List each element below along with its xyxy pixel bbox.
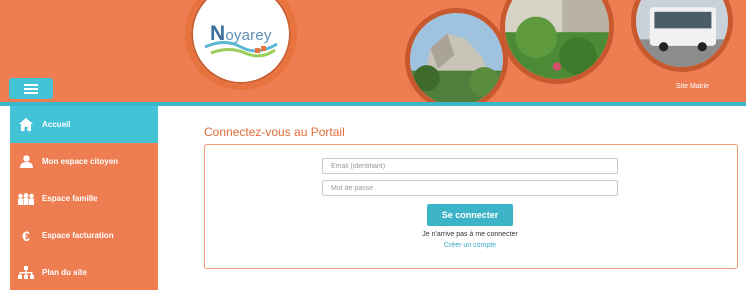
sidebar-item-label: Espace facturation xyxy=(42,231,114,240)
sidebar-item-label: Mon espace citoyen xyxy=(42,157,119,166)
sidebar-item-label: Espace famille xyxy=(42,194,98,203)
bus-photo xyxy=(631,0,733,72)
person-icon xyxy=(10,155,42,168)
page-title: Connectez-vous au Portail xyxy=(204,125,345,139)
menu-toggle-button[interactable] xyxy=(9,78,53,99)
family-icon xyxy=(10,192,42,205)
login-button[interactable]: Se connecter xyxy=(427,204,513,226)
sitemap-icon xyxy=(10,266,42,279)
cant-connect-link[interactable]: Je n'arrive pas à me connecter xyxy=(370,231,570,238)
sidebar-item-espace-citoyen[interactable]: Mon espace citoyen xyxy=(10,143,158,180)
site-mairie-link[interactable]: Site Mairie xyxy=(676,83,709,90)
hamburger-icon xyxy=(24,83,38,94)
sidebar-item-accueil[interactable]: Accueil xyxy=(10,106,158,143)
noyarey-logo[interactable]: Noyarey xyxy=(185,0,297,90)
create-account-link[interactable]: Créer un compte xyxy=(370,242,570,249)
password-field[interactable] xyxy=(322,180,618,196)
sidebar-item-plan-du-site[interactable]: Plan du site xyxy=(10,254,158,290)
logo-waves-icon xyxy=(204,41,278,58)
sidebar-item-espace-famille[interactable]: Espace famille xyxy=(10,180,158,217)
mountain-photo xyxy=(405,8,508,104)
euro-icon: € xyxy=(22,227,30,244)
site-header: Noyarey Site Mairie xyxy=(0,0,746,104)
sidebar-item-espace-facturation[interactable]: € Espace facturation xyxy=(10,217,158,254)
home-icon xyxy=(10,118,42,131)
sidebar-item-label: Accueil xyxy=(42,120,71,129)
sidebar-nav: Accueil Mon espace citoyen Espace famill… xyxy=(0,106,158,290)
garden-photo xyxy=(500,0,614,84)
email-field[interactable] xyxy=(322,158,618,174)
sidebar-item-label: Plan du site xyxy=(42,268,87,277)
